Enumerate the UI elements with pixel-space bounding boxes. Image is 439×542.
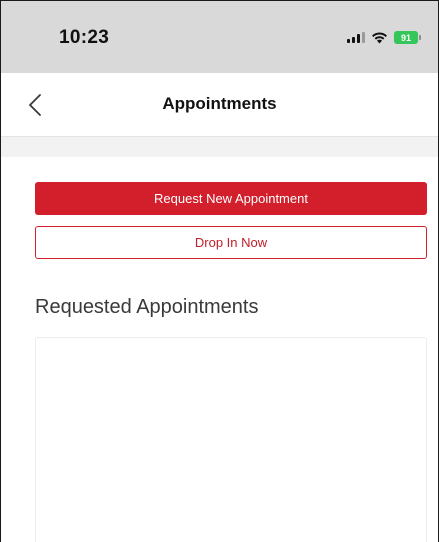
phone-screen: 10:23 91 Appointments Request New Appoin…	[0, 0, 439, 542]
status-time: 10:23	[59, 27, 110, 48]
battery-icon: 91	[394, 31, 421, 44]
header-divider-band	[1, 137, 438, 157]
request-new-appointment-button[interactable]: Request New Appointment	[35, 182, 427, 215]
requested-appointments-list[interactable]	[35, 337, 427, 542]
drop-in-now-button[interactable]: Drop In Now	[35, 226, 427, 259]
wifi-icon	[371, 31, 388, 44]
signal-icon	[347, 32, 365, 43]
status-icons: 91	[347, 31, 421, 44]
battery-level: 91	[400, 32, 411, 43]
appointments-sheet: Appointments Request New Appointment Dro…	[1, 73, 438, 542]
nav-bar: Appointments	[1, 73, 438, 137]
requested-appointments-heading: Requested Appointments	[35, 296, 259, 318]
status-bar: 10:23 91	[1, 1, 438, 73]
page-title: Appointments	[162, 94, 277, 113]
